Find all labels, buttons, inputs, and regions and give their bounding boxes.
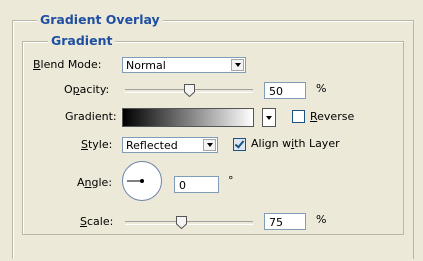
angle-dial[interactable] [122, 161, 162, 201]
opacity-unit: % [316, 82, 327, 95]
opacity-input[interactable]: 50 [264, 82, 306, 99]
gradient-preview[interactable] [122, 108, 254, 127]
opacity-slider-thumb[interactable] [184, 84, 195, 97]
scale-input[interactable]: 75 [264, 213, 306, 230]
reverse-label: Reverse [310, 110, 355, 123]
style-value: Reflected [126, 139, 178, 152]
group-title: Gradient [48, 33, 116, 48]
style-select[interactable]: Reflected [122, 137, 218, 153]
chevron-down-icon[interactable] [231, 59, 244, 71]
scale-unit: % [316, 213, 327, 226]
scale-label: Scale: [80, 215, 114, 228]
scale-slider-thumb[interactable] [176, 216, 187, 229]
style-label: Style: [81, 138, 113, 151]
blend-mode-select[interactable]: Normal [122, 57, 246, 73]
align-with-layer-checkbox[interactable] [233, 138, 246, 151]
blend-mode-value: Normal [126, 59, 166, 72]
angle-label: Angle: [77, 176, 113, 189]
gradient-label: Gradient: [65, 110, 117, 123]
blend-mode-label: Blend Mode: [33, 58, 102, 71]
angle-indicator [127, 179, 144, 183]
align-with-layer-label: Align with Layer [251, 137, 340, 150]
chevron-down-icon[interactable] [203, 139, 216, 151]
opacity-label: Opacity: [64, 83, 110, 96]
scale-slider-track[interactable] [125, 221, 253, 225]
reverse-checkbox[interactable] [292, 110, 305, 123]
section-title: Gradient Overlay [37, 12, 163, 27]
angle-unit: ° [228, 174, 234, 187]
angle-input[interactable]: 0 [174, 176, 219, 193]
gradient-picker-arrow[interactable] [262, 108, 276, 127]
